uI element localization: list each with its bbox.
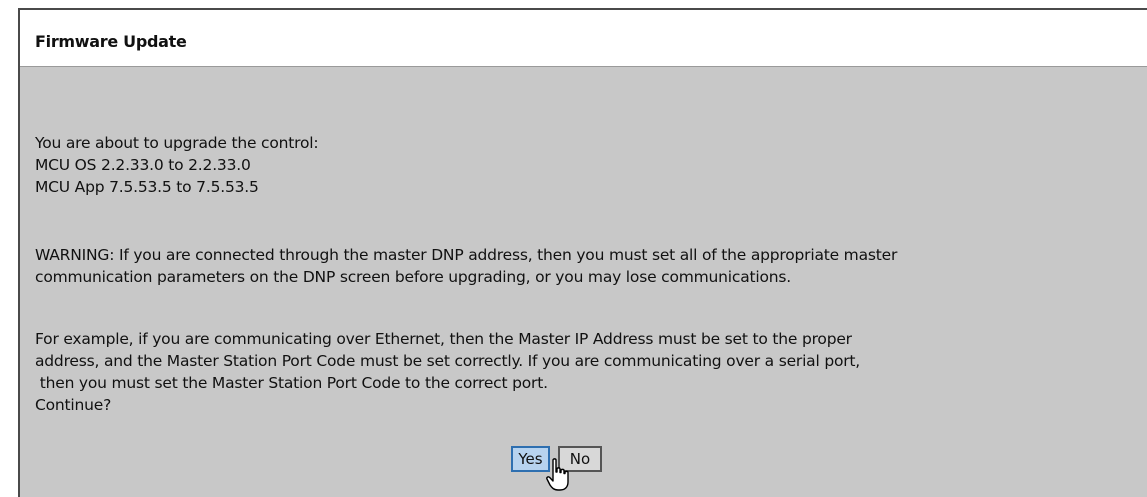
example-line: address, and the Master Station Port Cod…: [35, 352, 861, 370]
yes-button[interactable]: Yes: [511, 446, 550, 472]
mcu-app-version-line: MCU App 7.5.53.5 to 7.5.53.5: [35, 178, 259, 196]
intro-text: You are about to upgrade the control: MC…: [35, 132, 1135, 198]
example-line: then you must set the Master Station Por…: [35, 374, 548, 392]
dialog-titlebar: Firmware Update: [20, 10, 1147, 67]
continue-prompt: Continue?: [35, 396, 112, 414]
warning-line: WARNING: If you are connected through th…: [35, 246, 898, 264]
example-text: For example, if you are communicating ov…: [35, 328, 1135, 416]
hand-pointer-icon: [546, 458, 569, 491]
firmware-update-dialog: Firmware Update You are about to upgrade…: [18, 8, 1147, 497]
dialog-title: Firmware Update: [35, 32, 187, 51]
example-line: For example, if you are communicating ov…: [35, 330, 852, 348]
warning-text: WARNING: If you are connected through th…: [35, 244, 1135, 288]
warning-line: communication parameters on the DNP scre…: [35, 268, 792, 286]
intro-line: You are about to upgrade the control:: [35, 134, 319, 152]
mcu-os-version-line: MCU OS 2.2.33.0 to 2.2.33.0: [35, 156, 251, 174]
